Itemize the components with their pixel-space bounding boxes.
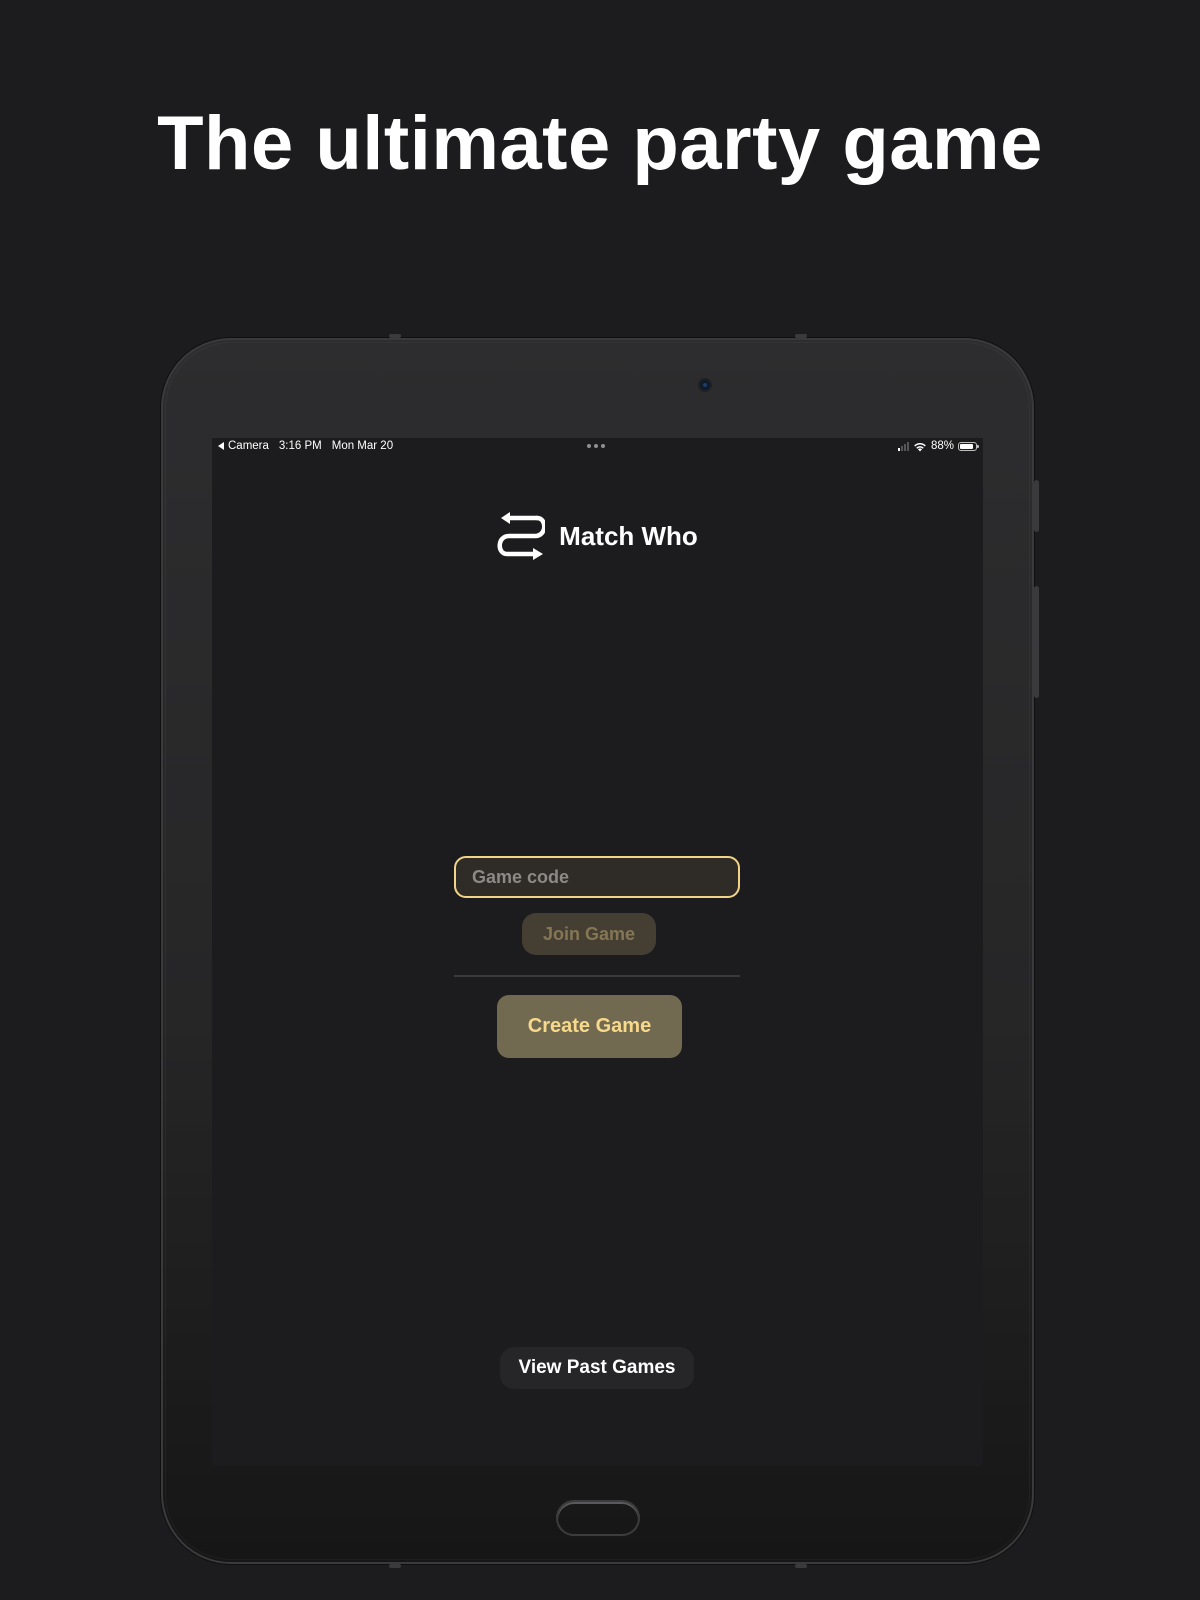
bottom-button-right [795, 1564, 807, 1568]
back-to-camera-link[interactable]: Camera [218, 440, 269, 452]
promo-headline: The ultimate party game [157, 101, 1043, 186]
app-screen: Camera 3:16 PM Mon Mar 20 88% Match Who … [212, 438, 983, 1466]
status-date: Mon Mar 20 [331, 440, 394, 452]
volume-up-button [1034, 480, 1039, 532]
app-title: Match Who [559, 520, 698, 551]
top-button-right [795, 334, 807, 338]
status-bar: Camera 3:16 PM Mon Mar 20 88% [212, 438, 983, 456]
status-right: 88% [897, 440, 979, 452]
game-code-input[interactable] [454, 856, 740, 898]
battery-fill [960, 443, 974, 449]
back-label: Camera [228, 440, 269, 452]
wifi-icon [914, 442, 926, 451]
app-header: Match Who [212, 510, 983, 562]
home-button[interactable] [556, 1500, 640, 1536]
multitasking-dots-icon[interactable] [587, 444, 605, 448]
battery-percent: 88% [930, 440, 954, 452]
view-past-games-button[interactable]: View Past Games [500, 1347, 694, 1389]
top-button-left [389, 334, 401, 338]
create-game-button[interactable]: Create Game [497, 995, 682, 1058]
volume-down-button [1034, 586, 1039, 698]
promo-page: The ultimate party game Camera 3:16 PM M… [0, 0, 1200, 1600]
front-camera [700, 380, 710, 390]
status-left: Camera 3:16 PM Mon Mar 20 [218, 440, 393, 452]
bottom-button-left [389, 1564, 401, 1568]
section-divider [454, 975, 740, 977]
tablet-frame: Camera 3:16 PM Mon Mar 20 88% Match Who … [161, 334, 1039, 1568]
status-time: 3:16 PM [278, 440, 322, 452]
battery-icon [958, 441, 979, 451]
back-triangle-icon [218, 442, 224, 450]
join-game-button[interactable]: Join Game [522, 913, 656, 955]
cellular-signal-icon [897, 441, 909, 451]
swap-arrows-icon [497, 512, 546, 560]
